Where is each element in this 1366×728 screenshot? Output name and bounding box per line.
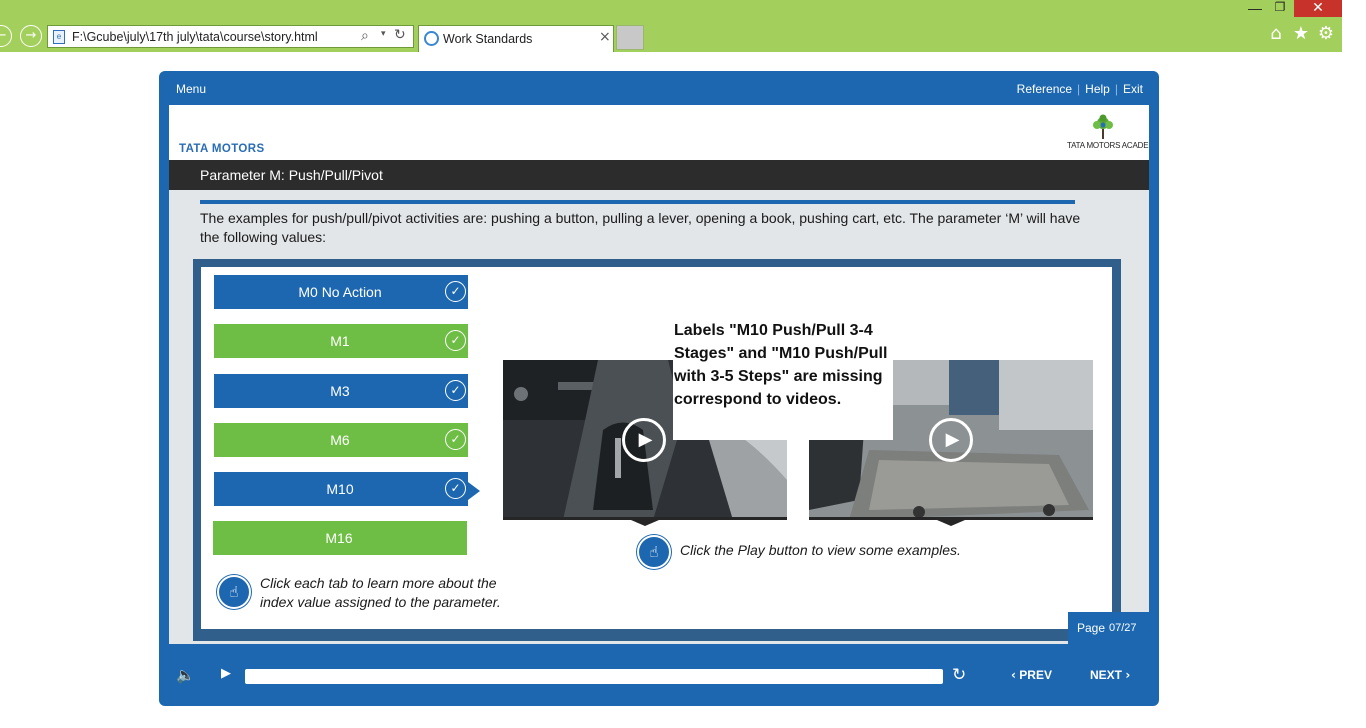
play-icon[interactable]: ▶ — [929, 418, 973, 462]
gear-icon[interactable]: ⚙ — [1316, 24, 1336, 44]
check-icon: ✓ — [445, 281, 466, 302]
menu-link[interactable]: Menu — [176, 82, 206, 96]
reference-link[interactable]: Reference — [1017, 82, 1072, 96]
next-label: NEXT — [1090, 668, 1123, 682]
address-bar[interactable]: e F:\Gcube\july\17th july\tata\course\st… — [47, 25, 414, 48]
tab-label: M10 — [326, 481, 354, 497]
prev-button[interactable]: ‹ PREV — [1011, 668, 1052, 682]
search-icon[interactable]: ⌕ — [361, 28, 369, 44]
page-label: Page — [1077, 621, 1106, 635]
academy-name: TATA MOTORS ACADEMY — [1067, 141, 1149, 150]
refresh-icon[interactable]: ↻ — [394, 27, 406, 43]
check-icon: ✓ — [445, 478, 466, 499]
top-links: Reference | Help | Exit — [1017, 82, 1143, 96]
address-input[interactable]: F:\Gcube\july\17th july\tata\course\stor… — [72, 30, 318, 44]
page-counter: Page 07/27 — [1068, 612, 1149, 644]
slide: TATA MOTORS TATA MOTORS ACADEMY Paramete… — [169, 105, 1149, 644]
intro-text: The examples for push/pull/pivot activit… — [200, 210, 1081, 245]
check-icon: ✓ — [445, 380, 466, 401]
content-frame: M0 No Action ✓ M1 ✓ M3 ✓ M6 ✓ M10 ✓ M16 … — [193, 259, 1121, 641]
divider — [200, 200, 1075, 204]
restore-button[interactable]: ❐ — [1270, 0, 1290, 16]
tab-m1[interactable]: M1 ✓ — [214, 324, 468, 358]
tab-m10[interactable]: M10 ✓ — [214, 472, 468, 506]
divider: | — [1114, 82, 1118, 96]
chevron-right-icon: › — [1125, 668, 1131, 682]
play-icon[interactable]: ▶ — [622, 418, 666, 462]
tab-label: M6 — [330, 432, 350, 448]
video-hint: Click the Play button to view some examp… — [680, 542, 961, 558]
video-pointer — [937, 520, 965, 526]
title-bar: Parameter M: Push/Pull/Pivot — [169, 160, 1149, 190]
hand-pointer-icon: ☝ — [637, 535, 671, 569]
ie-icon — [424, 31, 439, 46]
minimize-button[interactable]: — — [1245, 0, 1265, 16]
hand-pointer-icon: ☝ — [217, 575, 251, 609]
tab-label: M16 — [325, 530, 353, 546]
tab-m6[interactable]: M6 ✓ — [214, 423, 468, 457]
course-player: Menu Reference | Help | Exit TATA MOTORS TAT… — [159, 71, 1159, 706]
page-icon: e — [53, 30, 65, 44]
home-icon[interactable]: ⌂ — [1266, 24, 1286, 44]
forward-button[interactable]: → — [20, 25, 42, 47]
browser-tab[interactable]: Work Standards × — [418, 25, 614, 52]
divider: | — [1077, 82, 1081, 96]
exit-link[interactable]: Exit — [1123, 82, 1143, 96]
new-tab-button[interactable] — [616, 25, 644, 50]
tab-m0[interactable]: M0 No Action ✓ — [214, 275, 468, 309]
tab-m3[interactable]: M3 ✓ — [214, 374, 468, 408]
tab-label: M3 — [330, 383, 350, 399]
tab-label: M0 No Action — [298, 284, 382, 300]
slide-title: Parameter M: Push/Pull/Pivot — [200, 167, 383, 183]
progress-bar[interactable] — [245, 669, 943, 684]
video-pointer — [631, 520, 659, 526]
next-button[interactable]: NEXT › — [1090, 668, 1130, 682]
tree-icon — [1093, 114, 1113, 139]
chevron-down-icon[interactable]: ▾ — [381, 29, 386, 39]
play-button[interactable]: ▶ — [221, 666, 231, 681]
replay-icon[interactable]: ↻ — [952, 665, 966, 685]
review-annotation: Labels "M10 Push/Pull 3-4 Stages" and "M… — [673, 319, 893, 440]
slide-header: TATA MOTORS TATA MOTORS ACADEMY — [169, 105, 1149, 160]
tab-hint: Click each tab to learn more about the i… — [260, 575, 501, 610]
help-link[interactable]: Help — [1085, 82, 1110, 96]
star-icon[interactable]: ★ — [1291, 24, 1311, 44]
back-button[interactable]: ← — [0, 25, 12, 47]
selected-tab-arrow — [468, 482, 480, 500]
tab-title: Work Standards — [443, 32, 533, 46]
prev-label: PREV — [1019, 668, 1052, 682]
close-window-button[interactable]: ✕ — [1294, 0, 1342, 17]
window-edge — [1342, 0, 1366, 728]
close-tab-icon[interactable]: × — [599, 29, 611, 45]
tab-m16[interactable]: M16 — [213, 521, 467, 555]
tata-motors-logo: TATA MOTORS — [179, 143, 265, 155]
tab-label: M1 — [330, 333, 350, 349]
chevron-left-icon: ‹ — [1011, 668, 1016, 682]
volume-icon[interactable]: 🔈 — [176, 666, 195, 684]
check-icon: ✓ — [445, 429, 466, 450]
academy-logo: TATA MOTORS ACADEMY — [1067, 113, 1149, 157]
check-icon: ✓ — [445, 330, 466, 351]
browser-toolbar: ← → e F:\Gcube\july\17th july\tata\cours… — [0, 0, 1342, 52]
content-panel: M0 No Action ✓ M1 ✓ M3 ✓ M6 ✓ M10 ✓ M16 … — [201, 267, 1112, 629]
page-number: 07/27 — [1109, 622, 1137, 634]
